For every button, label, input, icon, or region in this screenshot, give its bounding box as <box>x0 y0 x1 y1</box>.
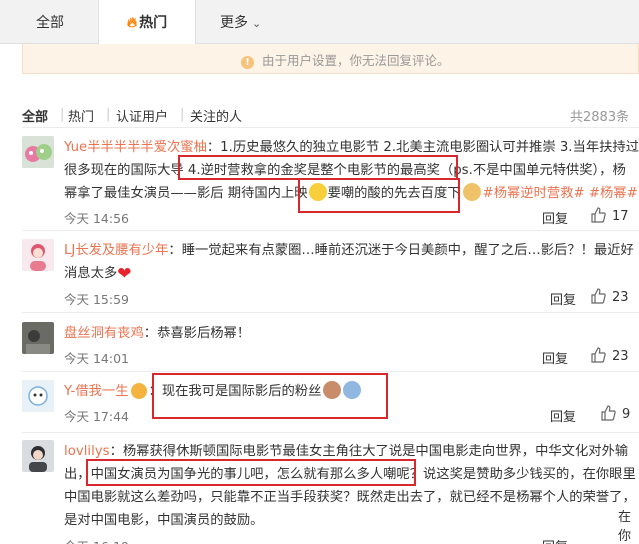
thumbs-up-icon <box>601 405 616 421</box>
comment-count: 共2883条 <box>570 110 630 125</box>
tab-more[interactable]: 更多 ⌄ <box>220 12 261 32</box>
comment-item: Y-借我一生 ：现在我可是国际影后的粉丝 今天 17:44 回复 9 <box>22 380 639 430</box>
reply-button[interactable]: 回复 <box>542 348 568 367</box>
comment-username[interactable]: lovlilys <box>64 444 110 459</box>
comment-text: 盘丝洞有丧鸡：恭喜影后杨幂！ <box>64 322 639 345</box>
tab-more-label: 更多 <box>220 15 248 31</box>
reply-button[interactable]: 回复 <box>542 536 568 544</box>
comment-text-line: 是对中国电影，中国演员的鼓励。 <box>64 513 264 528</box>
avatar[interactable] <box>22 322 54 354</box>
like-count: 17 <box>612 209 629 224</box>
highlighted-text: 4.逆时营救拿的金奖是整个电影节的最高奖 <box>187 163 440 178</box>
filter-all[interactable]: 全部 <box>22 106 48 125</box>
divider <box>22 230 639 231</box>
thumbs-up-icon <box>591 288 606 304</box>
comment-text: Y-借我一生 ：现在我可是国际影后的粉丝 <box>64 380 639 403</box>
comment-time: 今天 16:19 <box>64 536 129 544</box>
warning-icon: ! <box>241 56 254 69</box>
comment-username[interactable]: Y-借我一生 <box>64 384 129 399</box>
reply-button[interactable]: 回复 <box>550 289 576 308</box>
sticker-icon <box>343 381 362 399</box>
sticker-icon <box>130 383 147 399</box>
like-count: 23 <box>612 290 629 305</box>
comment-text-line: ：恭喜影后杨幂！ <box>143 326 251 341</box>
comment-text-line: （ps.不是中国单元特供奖），杨 <box>439 163 626 178</box>
comment-time: 今天 15:59 <box>64 292 129 307</box>
sticker-icon <box>323 381 342 399</box>
comment-item: Yue半半半半半爱次蜜柚：1.历史最悠久的独立电影节 2.北美主流电影圈认可并推… <box>22 136 639 228</box>
top-tab-bar: 全部 🔥︎ 热门 更多 ⌄ <box>0 0 639 45</box>
comment-username[interactable]: 盘丝洞有丧鸡 <box>64 326 144 341</box>
comment-text: Yue半半半半半爱次蜜柚：1.历史最悠久的独立电影节 2.北美主流电影圈认可并推… <box>64 136 639 205</box>
comment-text-line: 在你 <box>618 510 632 544</box>
hashtag-link[interactable]: #杨幂逆时营救# #杨幂# <box>483 186 638 201</box>
comment-text-line: 中国电影就这么差劲吗，只能靠不正当手段获奖？既然走出去了，就已经不是杨幂个人的荣… <box>64 490 636 505</box>
heart-icon: ❤ <box>117 264 132 284</box>
comment-text-line: 说这奖是赞助多少钱买的，在你眼里 <box>423 467 636 482</box>
tab-hot-label: 热门 <box>139 15 168 31</box>
comment-text-line: ：1.历史最悠久的独立电影节 2.北美主流电影圈认可并推崇 3.当年扶持过 <box>206 140 639 155</box>
comment-time: 今天 14:56 <box>64 211 129 226</box>
like-button[interactable]: 9 <box>600 405 630 422</box>
comment-text-line: ：睡一觉起来有点蒙圈…睡前还沉迷于今日美颜中，醒了之后…影后？！最近好 <box>168 243 634 258</box>
doge-emoji-icon <box>462 183 481 201</box>
divider <box>22 312 639 313</box>
like-button[interactable]: 23 <box>590 347 629 364</box>
divider <box>22 371 639 372</box>
thumbs-up-icon <box>591 207 606 223</box>
thumbs-up-icon <box>591 347 606 363</box>
reply-button[interactable]: 回复 <box>542 208 568 227</box>
comment-text: lovlilys：杨幂获得休斯顿国际电影节最佳女主角往大了说是中国电影走向世界，… <box>64 440 639 532</box>
comment-text-line: 出， <box>64 467 91 482</box>
comment-username[interactable]: Yue半半半半半爱次蜜柚 <box>64 140 207 155</box>
notice-text: 由于用户设置，你无法回复评论。 <box>262 53 450 68</box>
comment-username[interactable]: LJ长发及腰有少年 <box>64 243 168 258</box>
comment-text-line: 幂拿了最佳女演员——影后 期待国内上映 <box>64 186 308 201</box>
comment-item: lovlilys：杨幂获得休斯顿国际电影节最佳女主角往大了说是中国电影走向世界，… <box>22 440 639 544</box>
filter-following[interactable]: 关注的人 <box>190 106 242 125</box>
like-count: 23 <box>612 349 629 364</box>
filter-separator: | <box>60 107 65 122</box>
smirk-emoji-icon <box>308 183 327 201</box>
comment-text-line: ：杨幂获得休斯顿国际电影节最佳女主角往大了说是中国电影走向世界，中华文化对外输 <box>109 444 629 459</box>
avatar[interactable] <box>22 239 54 271</box>
tab-hot[interactable]: 🔥︎ 热门 <box>98 0 196 45</box>
comment-time: 今天 14:01 <box>64 351 129 366</box>
comment-text-line: 很多现在的国际大导 <box>64 163 188 178</box>
reply-button[interactable]: 回复 <box>550 406 576 425</box>
comment-item: LJ长发及腰有少年：睡一觉起来有点蒙圈…睡前还沉迷于今日美颜中，醒了之后…影后？… <box>22 239 639 309</box>
fire-icon: 🔥︎ <box>126 15 138 31</box>
avatar[interactable] <box>22 380 54 412</box>
highlighted-text: 要嘲的酸的先去百度下 <box>327 186 461 201</box>
chevron-down-icon: ⌄ <box>252 17 262 30</box>
divider <box>22 432 639 433</box>
comment-item: 盘丝洞有丧鸡：恭喜影后杨幂！ 今天 14:01 回复 23 <box>22 322 639 370</box>
avatar[interactable] <box>22 440 54 472</box>
filter-separator: | <box>106 107 111 122</box>
highlighted-text: ：现在我可是国际影后的粉丝 <box>148 384 322 399</box>
filter-separator: | <box>180 107 185 122</box>
like-count: 9 <box>622 407 631 422</box>
avatar[interactable] <box>22 136 54 168</box>
divider <box>22 127 639 128</box>
tab-all[interactable]: 全部 <box>36 12 64 32</box>
filter-verified-users[interactable]: 认证用户 <box>116 106 168 125</box>
highlighted-text: 中国女演员为国争光的事儿吧，怎么就有那么多人嘲呢？ <box>90 467 424 482</box>
filter-hot[interactable]: 热门 <box>68 106 94 125</box>
comment-text: LJ长发及腰有少年：睡一觉起来有点蒙圈…睡前还沉迷于今日美颜中，醒了之后…影后？… <box>64 239 639 286</box>
comment-time: 今天 17:44 <box>64 409 129 424</box>
reply-disabled-notice: ! 由于用户设置，你无法回复评论。 <box>22 44 639 74</box>
comment-text-line: 消息太多 <box>64 266 118 281</box>
like-button[interactable]: 17 <box>590 207 629 224</box>
like-button[interactable]: 23 <box>590 288 629 305</box>
